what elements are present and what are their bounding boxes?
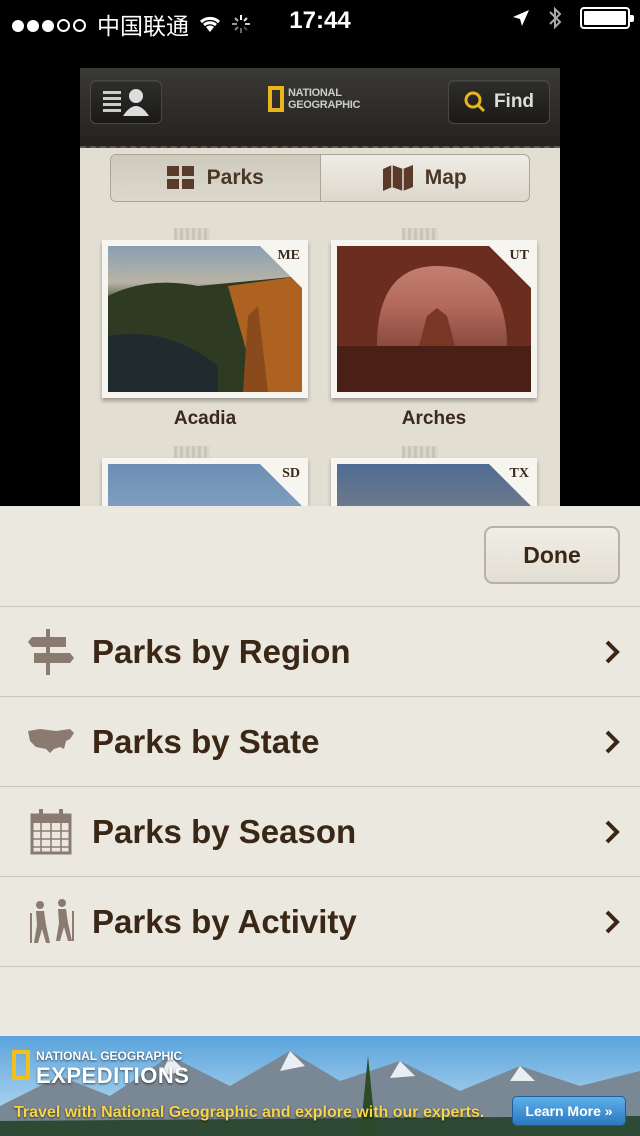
usa-map-icon [28, 729, 74, 753]
ad-brand: NATIONAL GEOGRAPHIC [36, 1049, 183, 1063]
natgeo-logo: NATIONAL GEOGRAPHIC [268, 86, 360, 112]
option-label: Parks by Season [92, 812, 357, 850]
option-label: Parks by State [92, 722, 320, 760]
park-state-badge: TX [509, 466, 529, 481]
ad-title: EXPEDITIONS [36, 1063, 190, 1088]
option-parks-by-state[interactable]: Parks by State [0, 697, 640, 787]
tab-parks[interactable]: Parks [111, 155, 321, 201]
hikers-icon [30, 899, 74, 943]
status-bar: 中国联通 17:44 [0, 0, 640, 40]
battery-icon [580, 7, 634, 29]
option-parks-by-activity[interactable]: Parks by Activity [0, 877, 640, 967]
option-parks-by-season[interactable]: Parks by Season [0, 787, 640, 877]
park-tile-tx[interactable]: TX [331, 458, 537, 508]
view-segmented-control: Parks Map [110, 154, 530, 202]
park-tile-acadia[interactable]: ME [102, 240, 308, 398]
park-tile-arches[interactable]: UT [331, 240, 537, 398]
ad-natgeo-logo: NATIONAL GEOGRAPHIC EXPEDITIONS [12, 1050, 189, 1089]
list-icon [103, 91, 121, 112]
calendar-icon [30, 809, 72, 855]
park-tile-sd[interactable]: SD [102, 458, 308, 508]
app-header: NATIONAL GEOGRAPHIC Find [80, 68, 560, 148]
done-button[interactable]: Done [484, 526, 620, 584]
signpost-icon [28, 629, 74, 675]
search-icon [464, 91, 485, 113]
chevron-right-icon [605, 730, 620, 753]
tab-map[interactable]: Map [321, 155, 530, 201]
chevron-right-icon [605, 640, 620, 663]
park-state-badge: ME [277, 248, 300, 263]
ad-banner[interactable]: NATIONAL GEOGRAPHIC EXPEDITIONS Travel w… [0, 1036, 640, 1136]
location-arrow-icon [513, 10, 529, 26]
find-button[interactable]: Find [448, 80, 550, 124]
grid-icon [166, 166, 194, 189]
chevron-right-icon [605, 820, 620, 843]
option-parks-by-region[interactable]: Parks by Region [0, 607, 640, 697]
parks-app-background: NATIONAL GEOGRAPHIC Find Parks Map ME Aca… [80, 68, 560, 508]
tab-parks-label: Parks [206, 166, 264, 189]
person-icon [123, 89, 149, 116]
park-name-arches: Arches [401, 408, 467, 429]
park-state-badge: UT [509, 248, 529, 263]
option-label: Parks by Region [92, 632, 351, 670]
find-label: Find [493, 91, 535, 112]
browse-options-sheet: Done Parks by Region Parks by State Park… [0, 506, 640, 1036]
map-icon [382, 165, 413, 191]
bluetooth-icon [549, 6, 562, 30]
learn-more-button[interactable]: Learn More » [512, 1096, 626, 1126]
chevron-right-icon [605, 910, 620, 933]
ad-tagline: Travel with National Geographic and expl… [14, 1104, 485, 1121]
park-name-acadia: Acadia [173, 408, 237, 429]
menu-profile-button[interactable] [90, 80, 162, 124]
options-list: Parks by Region Parks by State Parks by … [0, 606, 640, 967]
option-label: Parks by Activity [92, 902, 357, 940]
tab-map-label: Map [424, 166, 467, 189]
park-state-badge: SD [282, 466, 300, 481]
